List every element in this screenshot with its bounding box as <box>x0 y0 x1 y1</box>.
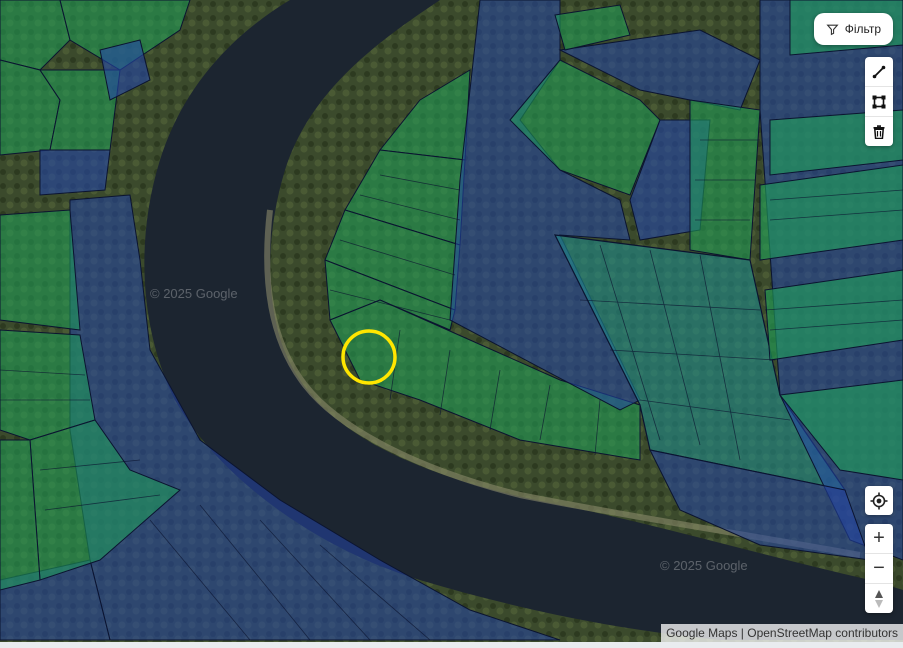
satellite-map[interactable]: © 2025 Google © 2025 Google <box>0 0 903 648</box>
locate-icon <box>870 492 888 509</box>
compass-icon <box>875 589 883 608</box>
bottom-edge <box>0 642 903 648</box>
map-watermark: © 2025 Google <box>660 558 748 573</box>
compass-button[interactable] <box>865 584 893 613</box>
polygon-icon <box>872 95 886 108</box>
zoom-out-button[interactable]: − <box>865 554 893 584</box>
draw-toolbar <box>865 57 893 146</box>
zoom-controls: + − <box>865 524 893 613</box>
parcel[interactable] <box>0 329 96 441</box>
map-watermark: © 2025 Google <box>150 286 238 301</box>
zoom-in-button[interactable]: + <box>865 524 893 554</box>
line-icon <box>872 65 886 78</box>
draw-polygon-button[interactable] <box>865 87 893 117</box>
draw-line-button[interactable] <box>865 57 893 87</box>
delete-drawing-button[interactable] <box>865 117 893 146</box>
filter-button[interactable]: Фільтр <box>813 13 893 45</box>
locate-me-button[interactable] <box>865 486 893 515</box>
parcel-blue-small[interactable] <box>39 149 111 196</box>
parcel[interactable] <box>0 209 81 331</box>
filter-label: Фільтр <box>844 22 881 36</box>
trash-icon <box>873 124 885 139</box>
filter-icon <box>826 24 839 35</box>
map-attribution[interactable]: Google Maps | OpenStreetMap contributors <box>661 624 903 642</box>
